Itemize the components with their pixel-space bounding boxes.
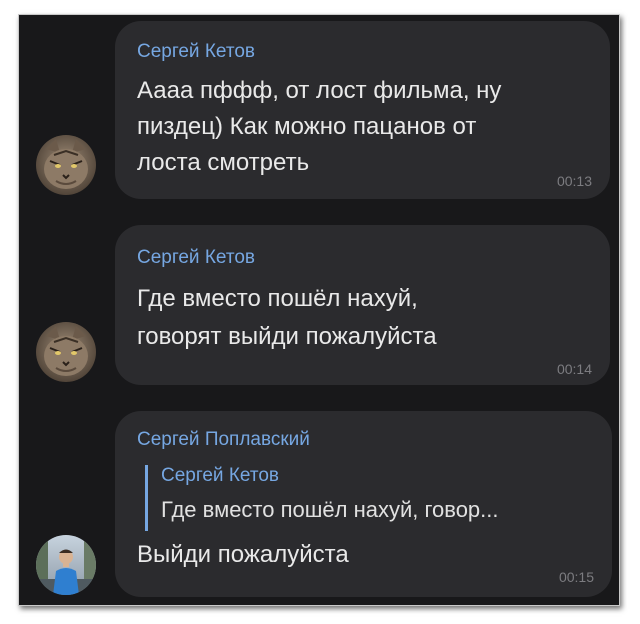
reply-quote[interactable]: Сергей Кетов Где вместо пошёл нахуй, гов… bbox=[145, 465, 598, 531]
sender-name[interactable]: Сергей Поплавский bbox=[137, 429, 310, 451]
message-timestamp: 00:14 bbox=[556, 361, 592, 377]
chat-screenshot: Сергей Кетов Аааа пффф, от лост фильма, … bbox=[18, 14, 620, 606]
message-bubble[interactable]: Сергей Поплавский Сергей Кетов Где вмест… bbox=[115, 411, 612, 597]
message-text-line: Аааа пффф, от лост фильма, ну bbox=[137, 77, 502, 104]
message-timestamp: 00:15 bbox=[558, 569, 594, 585]
message-text-line: лоста смотреть bbox=[137, 149, 310, 176]
cat-avatar-icon[interactable] bbox=[36, 322, 96, 382]
message-text-line: Где вместо пошёл нахуй, bbox=[137, 285, 418, 312]
message-text-line: пиздец) Как можно пацанов от bbox=[137, 113, 477, 140]
reply-sender-name: Сергей Кетов bbox=[161, 465, 279, 486]
message-text-line: Выйди пожалуйста bbox=[137, 541, 349, 568]
message-timestamp: 00:13 bbox=[556, 173, 592, 189]
message-bubble[interactable]: Сергей Кетов Аааа пффф, от лост фильма, … bbox=[115, 21, 610, 199]
person-photo-avatar-icon[interactable] bbox=[36, 535, 96, 595]
message-bubble[interactable]: Сергей Кетов Где вместо пошёл нахуй, гов… bbox=[115, 225, 610, 385]
sender-name[interactable]: Сергей Кетов bbox=[137, 41, 255, 63]
message-text-line: говорят выйди пожалуйста bbox=[137, 323, 437, 350]
cat-avatar-icon[interactable] bbox=[36, 135, 96, 195]
sender-name[interactable]: Сергей Кетов bbox=[137, 247, 255, 269]
reply-quote-text: Где вместо пошёл нахуй, говор... bbox=[161, 497, 499, 522]
